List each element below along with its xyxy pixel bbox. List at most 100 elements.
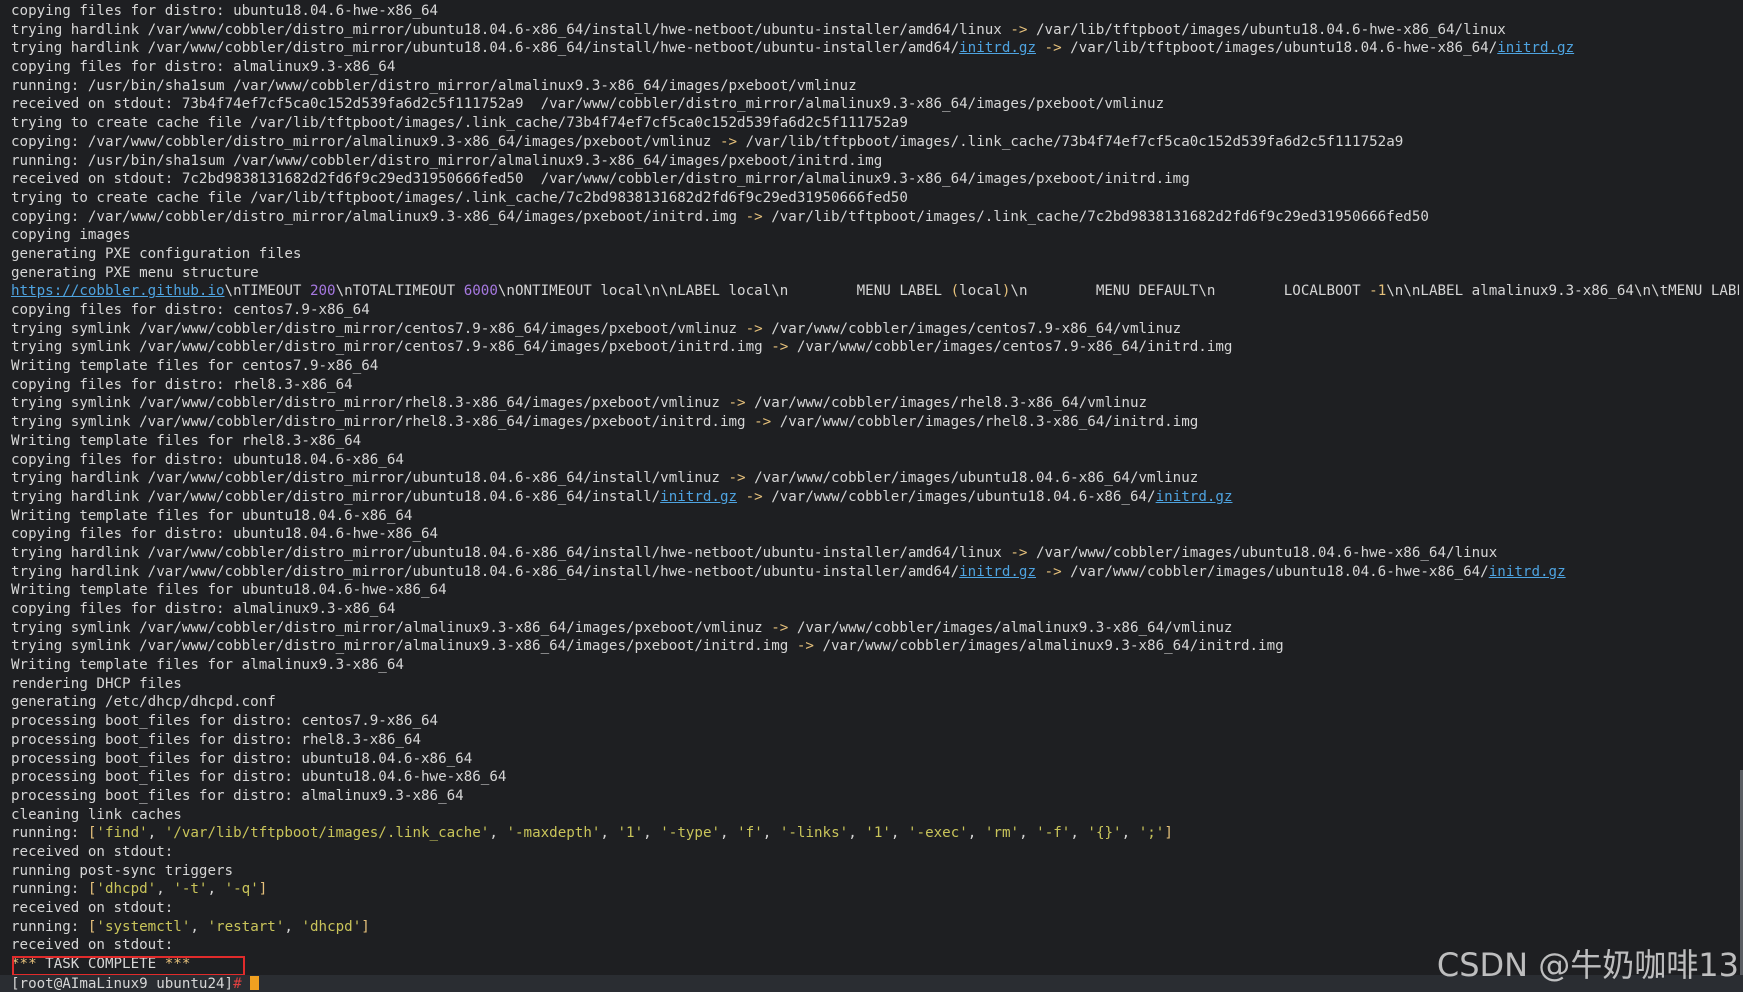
terminal-line: copying files for distro: ubuntu18.04.6-… — [11, 525, 1739, 544]
terminal-line: trying to create cache file /var/lib/tft… — [11, 114, 1739, 133]
terminal-link[interactable]: initrd.gz — [959, 40, 1036, 56]
terminal-line: copying files for distro: rhel8.3-x86_64 — [11, 376, 1739, 395]
terminal-line: https://cobbler.github.io\nTIMEOUT 200\n… — [11, 282, 1739, 301]
terminal-text-segment: copying files for distro: ubuntu18.04.6-… — [11, 451, 404, 468]
terminal-text-segment: *** — [11, 956, 37, 973]
terminal-text-segment: trying symlink /var/www/cobbler/distro_m… — [11, 320, 746, 337]
terminal-text-segment: running: — [11, 825, 88, 842]
terminal-text-segment: ';' — [1138, 825, 1165, 842]
terminal-text-segment: 'find' — [96, 825, 148, 842]
terminal-line: processing boot_files for distro: ubuntu… — [11, 750, 1739, 769]
terminal-text-segment: '1' — [865, 825, 891, 842]
terminal-line: trying hardlink /var/www/cobbler/distro_… — [11, 563, 1739, 582]
terminal-line: Writing template files for ubuntu18.04.6… — [11, 507, 1739, 526]
terminal-line: Writing template files for rhel8.3-x86_6… — [11, 432, 1739, 451]
terminal-text-segment: '-t' — [173, 881, 208, 898]
terminal-text-segment: local — [959, 283, 1002, 300]
terminal-line: received on stdout: 73b4f74ef7cf5ca0c152… — [11, 95, 1739, 114]
terminal-output: copying files for distro: ubuntu18.04.6-… — [11, 2, 1739, 974]
terminal-text-segment: /var/www/cobbler/images/ubuntu18.04.6-hw… — [1061, 563, 1489, 580]
terminal-line: trying symlink /var/www/cobbler/distro_m… — [11, 619, 1739, 638]
terminal-text-segment: ] — [1164, 825, 1173, 842]
terminal-line: trying symlink /var/www/cobbler/distro_m… — [11, 637, 1739, 656]
terminal-text-segment: Writing template files for centos7.9-x86… — [11, 358, 379, 375]
terminal-line: processing boot_files for distro: rhel8.… — [11, 731, 1739, 750]
terminal-link[interactable]: initrd.gz — [1489, 564, 1566, 580]
terminal-text-segment: -> — [1044, 40, 1062, 57]
terminal-text-segment: copying files for distro: almalinux9.3-x… — [11, 601, 396, 617]
terminal-line: trying hardlink /var/www/cobbler/distro_… — [11, 488, 1739, 507]
terminal-link[interactable]: initrd.gz — [1497, 40, 1574, 56]
terminal-line: copying files for distro: ubuntu18.04.6-… — [11, 451, 1739, 470]
terminal-text-segment: -> — [728, 395, 746, 412]
terminal-text-segment: /var/www/cobbler/images/ubuntu18.04.6-x8… — [762, 488, 1156, 505]
terminal-text-segment: copying files for distro: ubuntu18.04.6-… — [11, 526, 439, 543]
terminal-text-segment: \nONTIMEOUT local\n\nLABEL local\n MENU … — [497, 283, 951, 300]
terminal-link[interactable]: initrd.gz — [1156, 489, 1233, 505]
terminal-text-segment: copying: /var/www/cobbler/distro_mirror/… — [11, 133, 720, 150]
terminal-line: trying symlink /var/www/cobbler/distro_m… — [11, 413, 1739, 432]
terminal-line: trying symlink /var/www/cobbler/distro_m… — [11, 338, 1739, 357]
terminal-line: rendering DHCP files — [11, 675, 1739, 694]
terminal-text-segment: -> — [745, 488, 763, 505]
terminal-text-segment: copying files for distro: ubuntu18.04.6-… — [11, 3, 439, 19]
terminal-line: running: ['dhcpd', '-t', '-q'] — [11, 880, 1739, 899]
terminal-text-segment: copying files for distro: centos7.9-x86_… — [11, 302, 370, 318]
terminal-text-segment: trying hardlink /var/www/cobbler/distro_… — [11, 470, 729, 487]
terminal-text-segment: , — [643, 825, 661, 842]
terminal-text-segment: rendering DHCP files — [11, 675, 182, 692]
terminal-text-segment: /var/www/cobbler/images/almalinux9.3-x86… — [788, 619, 1233, 636]
terminal-text-segment: received on stdout: — [11, 900, 174, 916]
terminal-text-segment: running post-sync triggers — [11, 862, 234, 879]
terminal-link[interactable]: initrd.gz — [959, 564, 1036, 580]
terminal-text-segment: , — [207, 881, 225, 898]
shell-prompt-line[interactable]: [root@AImaLinux9 ubuntu24]# — [11, 976, 259, 992]
terminal-text-segment: 'f' — [737, 825, 763, 842]
terminal-line: processing boot_files for distro: centos… — [11, 712, 1739, 731]
terminal-text-segment: trying hardlink /var/www/cobbler/distro_… — [11, 40, 960, 57]
terminal-line: cleaning link caches — [11, 806, 1739, 825]
terminal-line: running: /usr/bin/sha1sum /var/www/cobbl… — [11, 77, 1739, 96]
terminal-line: generating PXE menu structure — [11, 264, 1739, 283]
terminal-text-segment: 6000 — [463, 283, 498, 300]
terminal-text-segment: \nTIMEOUT — [224, 283, 310, 300]
terminal-text-segment: \n\nLABEL almalinux9.3-x86_64\n\tMENU LA… — [1386, 283, 1739, 300]
terminal-text-segment: '-f' — [1036, 825, 1071, 842]
prompt-symbol: # — [233, 976, 242, 992]
terminal-link[interactable]: https://cobbler.github.io — [11, 283, 225, 299]
terminal-text-segment: /var/lib/tftpboot/images/.link_cache/73b… — [737, 133, 1404, 150]
terminal-text-segment: /var/www/cobbler/images/ubuntu18.04.6-x8… — [745, 470, 1199, 487]
terminal-text-segment: , — [1070, 825, 1088, 842]
terminal-line: copying: /var/www/cobbler/distro_mirror/… — [11, 208, 1739, 227]
watermark: CSDN @牛奶咖啡13 — [1436, 946, 1739, 984]
terminal-text-segment: /var/www/cobbler/images/rhel8.3-x86_64/i… — [771, 414, 1199, 431]
terminal-line: trying hardlink /var/www/cobbler/distro_… — [11, 39, 1739, 58]
terminal-line: trying to create cache file /var/lib/tft… — [11, 189, 1739, 208]
terminal-line: copying images — [11, 226, 1739, 245]
terminal-line: copying files for distro: almalinux9.3-x… — [11, 600, 1739, 619]
terminal-text-segment: , — [967, 825, 985, 842]
terminal-text-segment: -> — [719, 133, 738, 150]
terminal-text-segment: processing boot_files for distro: centos… — [11, 713, 439, 730]
terminal-text-segment: '{}' — [1087, 825, 1122, 842]
terminal-window[interactable]: copying files for distro: ubuntu18.04.6-… — [0, 0, 1743, 992]
terminal-line: running: ['find', '/var/lib/tftpboot/ima… — [11, 824, 1739, 843]
terminal-text-segment: trying symlink /var/www/cobbler/distro_m… — [11, 339, 772, 356]
terminal-text-segment: , — [848, 825, 866, 842]
terminal-text-segment: trying symlink /var/www/cobbler/distro_m… — [11, 395, 729, 412]
terminal-text-segment: running: — [11, 918, 88, 935]
terminal-text-segment: 'dhcpd' — [96, 881, 157, 898]
terminal-text-segment: -> — [745, 208, 763, 225]
terminal-line: trying symlink /var/www/cobbler/distro_m… — [11, 320, 1739, 339]
terminal-line: trying hardlink /var/www/cobbler/distro_… — [11, 544, 1739, 563]
terminal-text-segment: copying files for distro: rhel8.3-x86_64 — [11, 376, 353, 393]
terminal-text-segment: trying symlink /var/www/cobbler/distro_m… — [11, 638, 797, 655]
terminal-text-segment: -> — [728, 470, 746, 487]
terminal-text-segment: trying symlink /var/www/cobbler/distro_m… — [11, 619, 772, 636]
terminal-link[interactable]: initrd.gz — [660, 489, 737, 505]
terminal-text-segment: /var/lib/tftpboot/images/ubuntu18.04.6-h… — [1061, 40, 1498, 57]
terminal-text-segment: trying to create cache file /var/lib/tft… — [11, 115, 908, 132]
terminal-text-segment: copying files for distro: almalinux9.3-x… — [11, 59, 396, 76]
